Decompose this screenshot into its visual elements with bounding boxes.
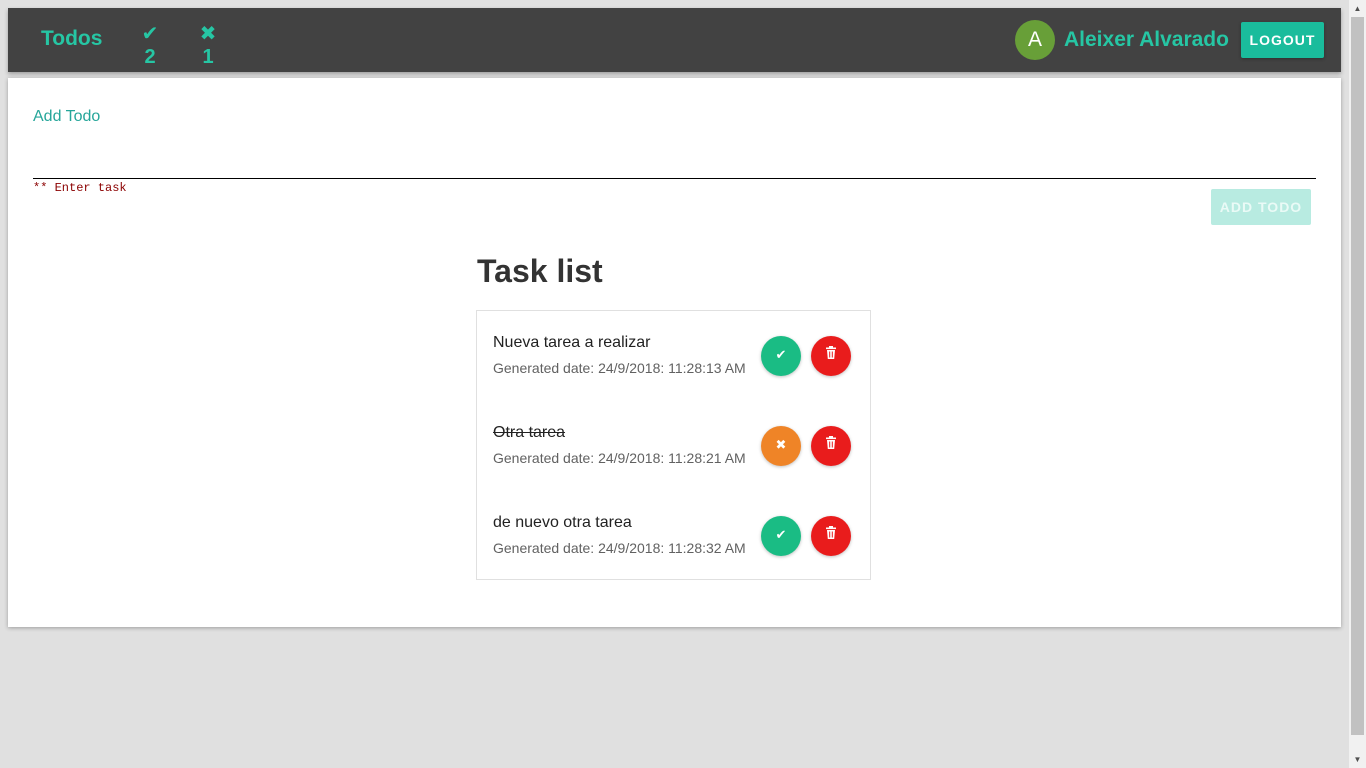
scroll-thumb[interactable] [1351, 17, 1364, 735]
scroll-down-arrow[interactable]: ▼ [1349, 751, 1366, 768]
logout-button[interactable]: LOGOUT [1241, 22, 1324, 58]
trash-icon [825, 526, 837, 543]
app-title: Todos [41, 27, 103, 50]
x-icon: ✖ [775, 438, 787, 453]
undo-task-button[interactable]: ✖ [761, 426, 801, 466]
main-card: Add Todo ** Enter task ADD TODO Task lis… [8, 78, 1341, 627]
delete-task-button[interactable] [811, 516, 851, 556]
page-scrollbar[interactable]: ▲ ▼ [1349, 0, 1366, 768]
task-date: Generated date: 24/9/2018: 11:28:21 AM [493, 450, 746, 466]
trash-icon [825, 436, 837, 453]
task-name: Otra tarea [493, 424, 566, 441]
task-list-title: Task list [477, 253, 603, 289]
done-count: 2 [144, 46, 156, 68]
add-todo-button[interactable]: ADD TODO [1211, 189, 1311, 225]
complete-task-button[interactable]: ✔ [761, 336, 801, 376]
check-icon: ✔ [775, 528, 787, 543]
check-icon: ✔ [141, 23, 159, 45]
task-date: Generated date: 24/9/2018: 11:28:13 AM [493, 360, 746, 376]
task-list: Nueva tarea a realizar Generated date: 2… [476, 310, 871, 580]
scroll-up-arrow[interactable]: ▲ [1349, 0, 1366, 17]
pending-count: 1 [202, 46, 214, 68]
app-bar: Todos ✔ 2 ✖ 1 A Aleixer Alvarado LOGOUT [8, 8, 1341, 72]
task-item: Otra tarea Generated date: 24/9/2018: 11… [477, 401, 870, 491]
task-name: de nuevo otra tarea [493, 514, 632, 531]
delete-task-button[interactable] [811, 426, 851, 466]
task-input-hint: ** Enter task [33, 181, 127, 195]
task-name: Nueva tarea a realizar [493, 334, 651, 351]
add-todo-label: Add Todo [33, 108, 101, 125]
avatar: A [1015, 20, 1055, 60]
complete-task-button[interactable]: ✔ [761, 516, 801, 556]
task-item: de nuevo otra tarea Generated date: 24/9… [477, 491, 870, 581]
task-item: Nueva tarea a realizar Generated date: 2… [477, 311, 870, 401]
check-icon: ✔ [775, 348, 787, 363]
task-input[interactable] [33, 148, 1316, 179]
task-date: Generated date: 24/9/2018: 11:28:32 AM [493, 540, 746, 556]
done-counter: ✔ 2 [138, 24, 162, 68]
pending-counter: ✖ 1 [196, 24, 220, 68]
trash-icon [825, 346, 837, 363]
user-name: Aleixer Alvarado [1064, 28, 1229, 51]
delete-task-button[interactable] [811, 336, 851, 376]
x-icon: ✖ [199, 23, 217, 45]
